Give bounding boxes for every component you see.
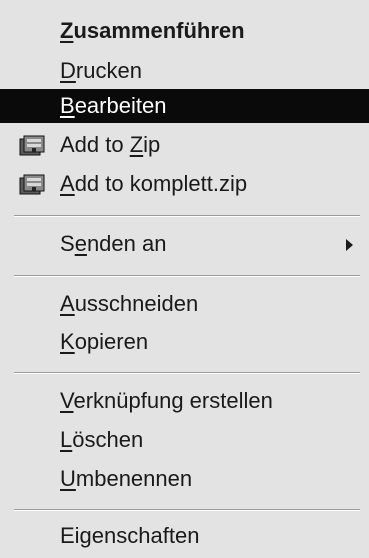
menu-item-label: Add to Zip bbox=[60, 132, 161, 157]
menu-separator bbox=[14, 372, 360, 374]
menu-item-add-to-zip[interactable]: Add to Zip bbox=[0, 128, 369, 162]
menu-item-label: Ausschneiden bbox=[60, 291, 199, 316]
submenu-arrow-icon bbox=[346, 239, 353, 251]
menu-separator bbox=[14, 275, 360, 277]
menu-item-eigenschaften[interactable]: Eigenschaften bbox=[0, 519, 369, 553]
menu-item-bearbeiten[interactable]: Bearbeiten bbox=[0, 89, 369, 123]
menu-item-label: Löschen bbox=[60, 427, 144, 452]
menu-item-umbenennen[interactable]: Umbenennen bbox=[0, 462, 369, 496]
menu-item-label: Eigenschaften bbox=[60, 523, 200, 548]
menu-item-drucken[interactable]: Drucken bbox=[0, 54, 369, 88]
menu-item-senden-an[interactable]: Senden an bbox=[0, 227, 369, 261]
winzip-icon bbox=[19, 174, 45, 195]
menu-item-label: Verknüpfung erstellen bbox=[60, 388, 273, 413]
menu-item-label: Add to komplett.zip bbox=[60, 171, 248, 196]
menu-item-label: Kopieren bbox=[60, 329, 149, 354]
menu-item-zusammenfuehren[interactable]: Zusammenführen bbox=[0, 14, 369, 48]
menu-item-verknuepfung-erstellen[interactable]: Verknüpfung erstellen bbox=[0, 384, 369, 418]
menu-item-ausschneiden[interactable]: Ausschneiden bbox=[0, 287, 369, 321]
menu-separator bbox=[14, 215, 360, 217]
menu-item-kopieren[interactable]: Kopieren bbox=[0, 325, 369, 359]
menu-item-loeschen[interactable]: Löschen bbox=[0, 423, 369, 457]
menu-separator bbox=[14, 509, 360, 511]
menu-item-label: Umbenennen bbox=[60, 466, 193, 491]
context-menu: Zusammenführen Drucken Bearbeiten Add to… bbox=[0, 0, 369, 558]
menu-item-label: Zusammenführen bbox=[60, 18, 245, 43]
menu-item-label: Senden an bbox=[60, 231, 167, 256]
menu-item-label: Drucken bbox=[60, 58, 142, 83]
winzip-icon bbox=[19, 135, 45, 156]
menu-item-label: Bearbeiten bbox=[60, 93, 167, 118]
menu-item-add-to-komplett-zip[interactable]: Add to komplett.zip bbox=[0, 167, 369, 201]
